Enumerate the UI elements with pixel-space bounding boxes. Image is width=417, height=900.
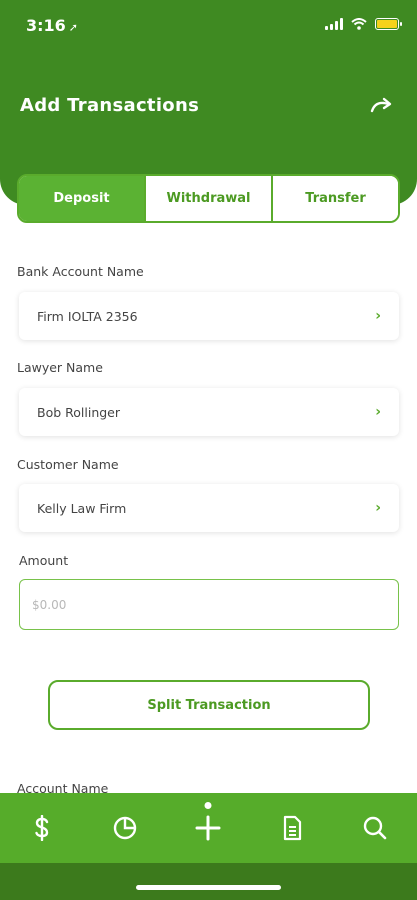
home-indicator[interactable] <box>136 885 281 890</box>
amount-input[interactable] <box>19 579 399 630</box>
battery-icon <box>375 18 402 30</box>
nav-item-dollar[interactable] <box>22 808 62 848</box>
bank-account-value: Firm IOLTA 2356 <box>37 308 138 324</box>
customer-name-select[interactable]: Kelly Law Firm › <box>19 484 399 532</box>
add-icon <box>195 815 221 841</box>
search-icon <box>364 816 387 840</box>
customer-name-value: Kelly Law Firm <box>37 500 127 516</box>
dollar-icon <box>34 815 48 841</box>
chevron-right-icon: › <box>375 308 381 324</box>
tab-deposit[interactable]: Deposit <box>19 176 144 221</box>
split-transaction-button[interactable]: Split Transaction <box>48 680 370 730</box>
lawyer-name-select[interactable]: Bob Rollinger › <box>19 388 399 436</box>
lawyer-name-label: Lawyer Name <box>17 360 103 375</box>
chevron-right-icon: › <box>375 404 381 420</box>
nav-item-reports[interactable] <box>105 808 145 848</box>
chevron-right-icon: › <box>375 500 381 516</box>
time-text: 3:16 <box>26 16 66 35</box>
status-time: 3:16 ➚ <box>26 16 78 35</box>
amount-label: Amount <box>19 553 69 568</box>
location-arrow-icon: ➚ <box>68 21 79 34</box>
document-icon <box>283 815 301 841</box>
tab-transfer[interactable]: Transfer <box>271 176 398 221</box>
lawyer-name-value: Bob Rollinger <box>37 404 121 420</box>
bank-account-label: Bank Account Name <box>17 264 144 279</box>
nav-item-add[interactable] <box>188 802 228 848</box>
bank-account-select[interactable]: Firm IOLTA 2356 › <box>19 292 399 340</box>
wifi-icon <box>351 18 367 30</box>
nav-item-documents[interactable] <box>272 808 312 848</box>
tab-withdrawal[interactable]: Withdrawal <box>144 176 271 221</box>
page-title: Add Transactions <box>20 95 200 116</box>
bottom-nav <box>0 793 417 863</box>
active-indicator <box>204 802 212 809</box>
status-icons <box>325 18 402 30</box>
pie-chart-icon <box>113 816 137 840</box>
redo-icon[interactable] <box>369 96 395 118</box>
transaction-type-tabs: Deposit Withdrawal Transfer <box>17 174 400 223</box>
customer-name-label: Customer Name <box>17 457 119 472</box>
signal-icon <box>325 18 343 30</box>
home-area <box>0 863 417 900</box>
nav-item-search[interactable] <box>355 808 395 848</box>
